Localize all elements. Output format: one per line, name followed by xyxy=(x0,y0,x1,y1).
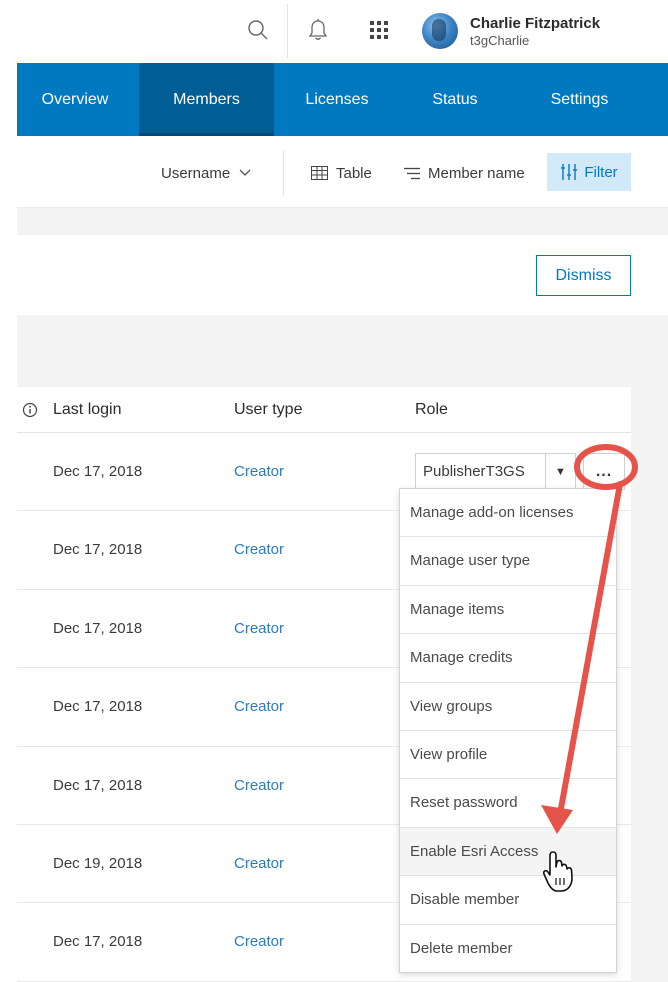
menu-item-reset-password[interactable]: Reset password xyxy=(400,779,616,828)
user-type-link[interactable]: Creator xyxy=(234,463,284,480)
filter-sliders-icon xyxy=(561,164,578,180)
role-value: PublisherT3GS xyxy=(423,463,525,480)
dismiss-button[interactable]: Dismiss xyxy=(536,255,631,296)
menu-item-manage-items[interactable]: Manage items xyxy=(400,586,616,635)
user-handle: t3gCharlie xyxy=(470,33,530,48)
menu-item-manage-credits[interactable]: Manage credits xyxy=(400,634,616,683)
role-select[interactable]: PublisherT3GS ▼ xyxy=(415,453,576,490)
chevron-down-icon xyxy=(239,169,251,176)
last-login-cell: Dec 17, 2018 xyxy=(53,463,143,480)
menu-item-manage-addon-licenses[interactable]: Manage add-on licenses xyxy=(400,489,616,538)
user-type-link[interactable]: Creator xyxy=(234,933,284,950)
tab-settings[interactable]: Settings xyxy=(522,63,637,136)
members-toolbar: Username Table Member name Filter xyxy=(17,136,668,208)
more-actions-button[interactable]: ... xyxy=(583,453,625,490)
header-role[interactable]: Role xyxy=(415,401,448,419)
header-last-login[interactable]: Last login xyxy=(53,401,122,419)
tab-status[interactable]: Status xyxy=(405,63,505,136)
user-name[interactable]: Charlie Fitzpatrick xyxy=(470,15,600,32)
menu-item-view-groups[interactable]: View groups xyxy=(400,683,616,731)
tab-licenses[interactable]: Licenses xyxy=(282,63,392,136)
grey-panel xyxy=(17,315,668,387)
menu-item-manage-user-type[interactable]: Manage user type xyxy=(400,537,616,586)
last-login-cell: Dec 19, 2018 xyxy=(53,854,143,872)
search-icon[interactable] xyxy=(244,15,272,45)
member-actions-menu: Manage add-on licenses Manage user type … xyxy=(399,488,617,973)
member-name-sort-button[interactable]: Member name xyxy=(404,158,525,188)
user-type-link[interactable]: Creator xyxy=(234,541,284,558)
sort-lines-icon xyxy=(404,167,420,179)
member-name-label: Member name xyxy=(428,164,525,182)
menu-item-delete-member[interactable]: Delete member xyxy=(400,925,616,973)
table-view-button[interactable]: Table xyxy=(311,158,372,188)
top-bar: Charlie Fitzpatrick t3gCharlie xyxy=(0,0,668,62)
last-login-cell: Dec 17, 2018 xyxy=(53,619,143,637)
filter-label: Filter xyxy=(584,163,618,181)
user-type-link[interactable]: Creator xyxy=(234,777,284,794)
caret-down-icon: ▼ xyxy=(545,454,575,489)
filter-button[interactable]: Filter xyxy=(547,153,631,191)
menu-item-view-profile[interactable]: View profile xyxy=(400,731,616,780)
menu-item-enable-esri-access[interactable]: Enable Esri Access xyxy=(400,827,616,877)
header-user-type[interactable]: User type xyxy=(234,401,302,419)
sort-label: Username xyxy=(161,164,231,182)
main-nav: Overview Members Licenses Status Setting… xyxy=(17,63,668,136)
table-view-label: Table xyxy=(336,164,372,182)
tab-members[interactable]: Members xyxy=(139,63,274,136)
last-login-cell: Dec 17, 2018 xyxy=(53,776,143,794)
user-type-link[interactable]: Creator xyxy=(234,698,284,715)
spacer-band xyxy=(17,208,668,235)
table-header: Last login User type Role xyxy=(17,387,631,433)
hand-cursor-icon xyxy=(543,851,573,892)
menu-item-disable-member[interactable]: Disable member xyxy=(400,876,616,925)
table-icon xyxy=(311,166,328,180)
sort-dropdown[interactable]: Username xyxy=(161,158,251,188)
header-divider xyxy=(287,4,288,58)
notice-banner: Dismiss xyxy=(17,235,668,315)
avatar[interactable] xyxy=(422,13,458,49)
bell-icon[interactable] xyxy=(304,15,332,45)
user-type-link[interactable]: Creator xyxy=(234,620,284,637)
toolbar-divider xyxy=(283,150,284,196)
tab-overview[interactable]: Overview xyxy=(17,63,133,136)
user-type-link[interactable]: Creator xyxy=(234,855,284,872)
last-login-cell: Dec 17, 2018 xyxy=(53,933,143,951)
last-login-cell: Dec 17, 2018 xyxy=(53,541,143,559)
apps-grid-icon[interactable] xyxy=(365,15,393,45)
last-login-cell: Dec 17, 2018 xyxy=(53,698,143,716)
right-gutter xyxy=(631,387,668,982)
info-icon[interactable] xyxy=(22,402,38,418)
